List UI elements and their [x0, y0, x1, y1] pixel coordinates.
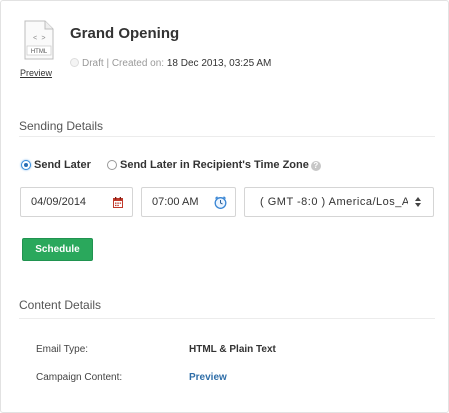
campaign-content-label: Campaign Content: [36, 372, 123, 383]
campaign-title: Grand Opening [70, 25, 180, 42]
timezone-value: ( GMT -8:0 ) America/Los_Angeles [260, 196, 408, 208]
time-input[interactable]: 07:00 AM [141, 187, 236, 217]
radio-selected-icon[interactable] [21, 160, 31, 170]
schedule-button[interactable]: Schedule [22, 238, 93, 261]
sending-details-heading: Sending Details [19, 119, 104, 133]
email-type-value: HTML & Plain Text [189, 344, 276, 355]
content-divider [19, 318, 435, 319]
help-icon[interactable]: ? [310, 161, 321, 171]
radio-send-later-label: Send Later [34, 159, 91, 171]
campaign-content-preview-link[interactable]: Preview [189, 372, 227, 383]
date-input[interactable]: 04/09/2014 [20, 187, 133, 217]
preview-link[interactable]: Preview [20, 68, 52, 78]
status-dot-icon [70, 58, 79, 67]
file-type-label: HTML [31, 49, 48, 55]
created-label: | Created on: [106, 58, 165, 69]
select-arrows-icon [415, 197, 421, 207]
time-value: 07:00 AM [152, 196, 199, 208]
status-text: Draft [82, 58, 104, 69]
svg-text:< >: < > [33, 35, 46, 43]
timezone-select[interactable]: ( GMT -8:0 ) America/Los_Angeles [244, 187, 434, 217]
created-date: 18 Dec 2013, 03:25 AM [166, 58, 272, 69]
radio-send-timezone[interactable]: Send Later in Recipient's Time Zone? [107, 159, 321, 171]
content-details-heading: Content Details [19, 298, 102, 312]
radio-send-timezone-label: Send Later in Recipient's Time Zone [120, 159, 309, 171]
clock-icon[interactable] [214, 196, 227, 209]
radio-send-later[interactable]: Send Later [21, 159, 91, 171]
sending-divider [19, 136, 435, 137]
html-file-icon[interactable]: < > HTML [24, 20, 54, 60]
calendar-icon[interactable] [113, 197, 123, 208]
radio-unselected-icon[interactable] [107, 160, 117, 170]
date-value: 04/09/2014 [31, 196, 87, 208]
campaign-meta: Draft | Created on: 18 Dec 2013, 03:25 A… [70, 58, 271, 69]
email-type-label: Email Type: [36, 344, 89, 355]
campaign-panel: < > HTML Preview Grand Opening Draft | C… [0, 0, 449, 413]
